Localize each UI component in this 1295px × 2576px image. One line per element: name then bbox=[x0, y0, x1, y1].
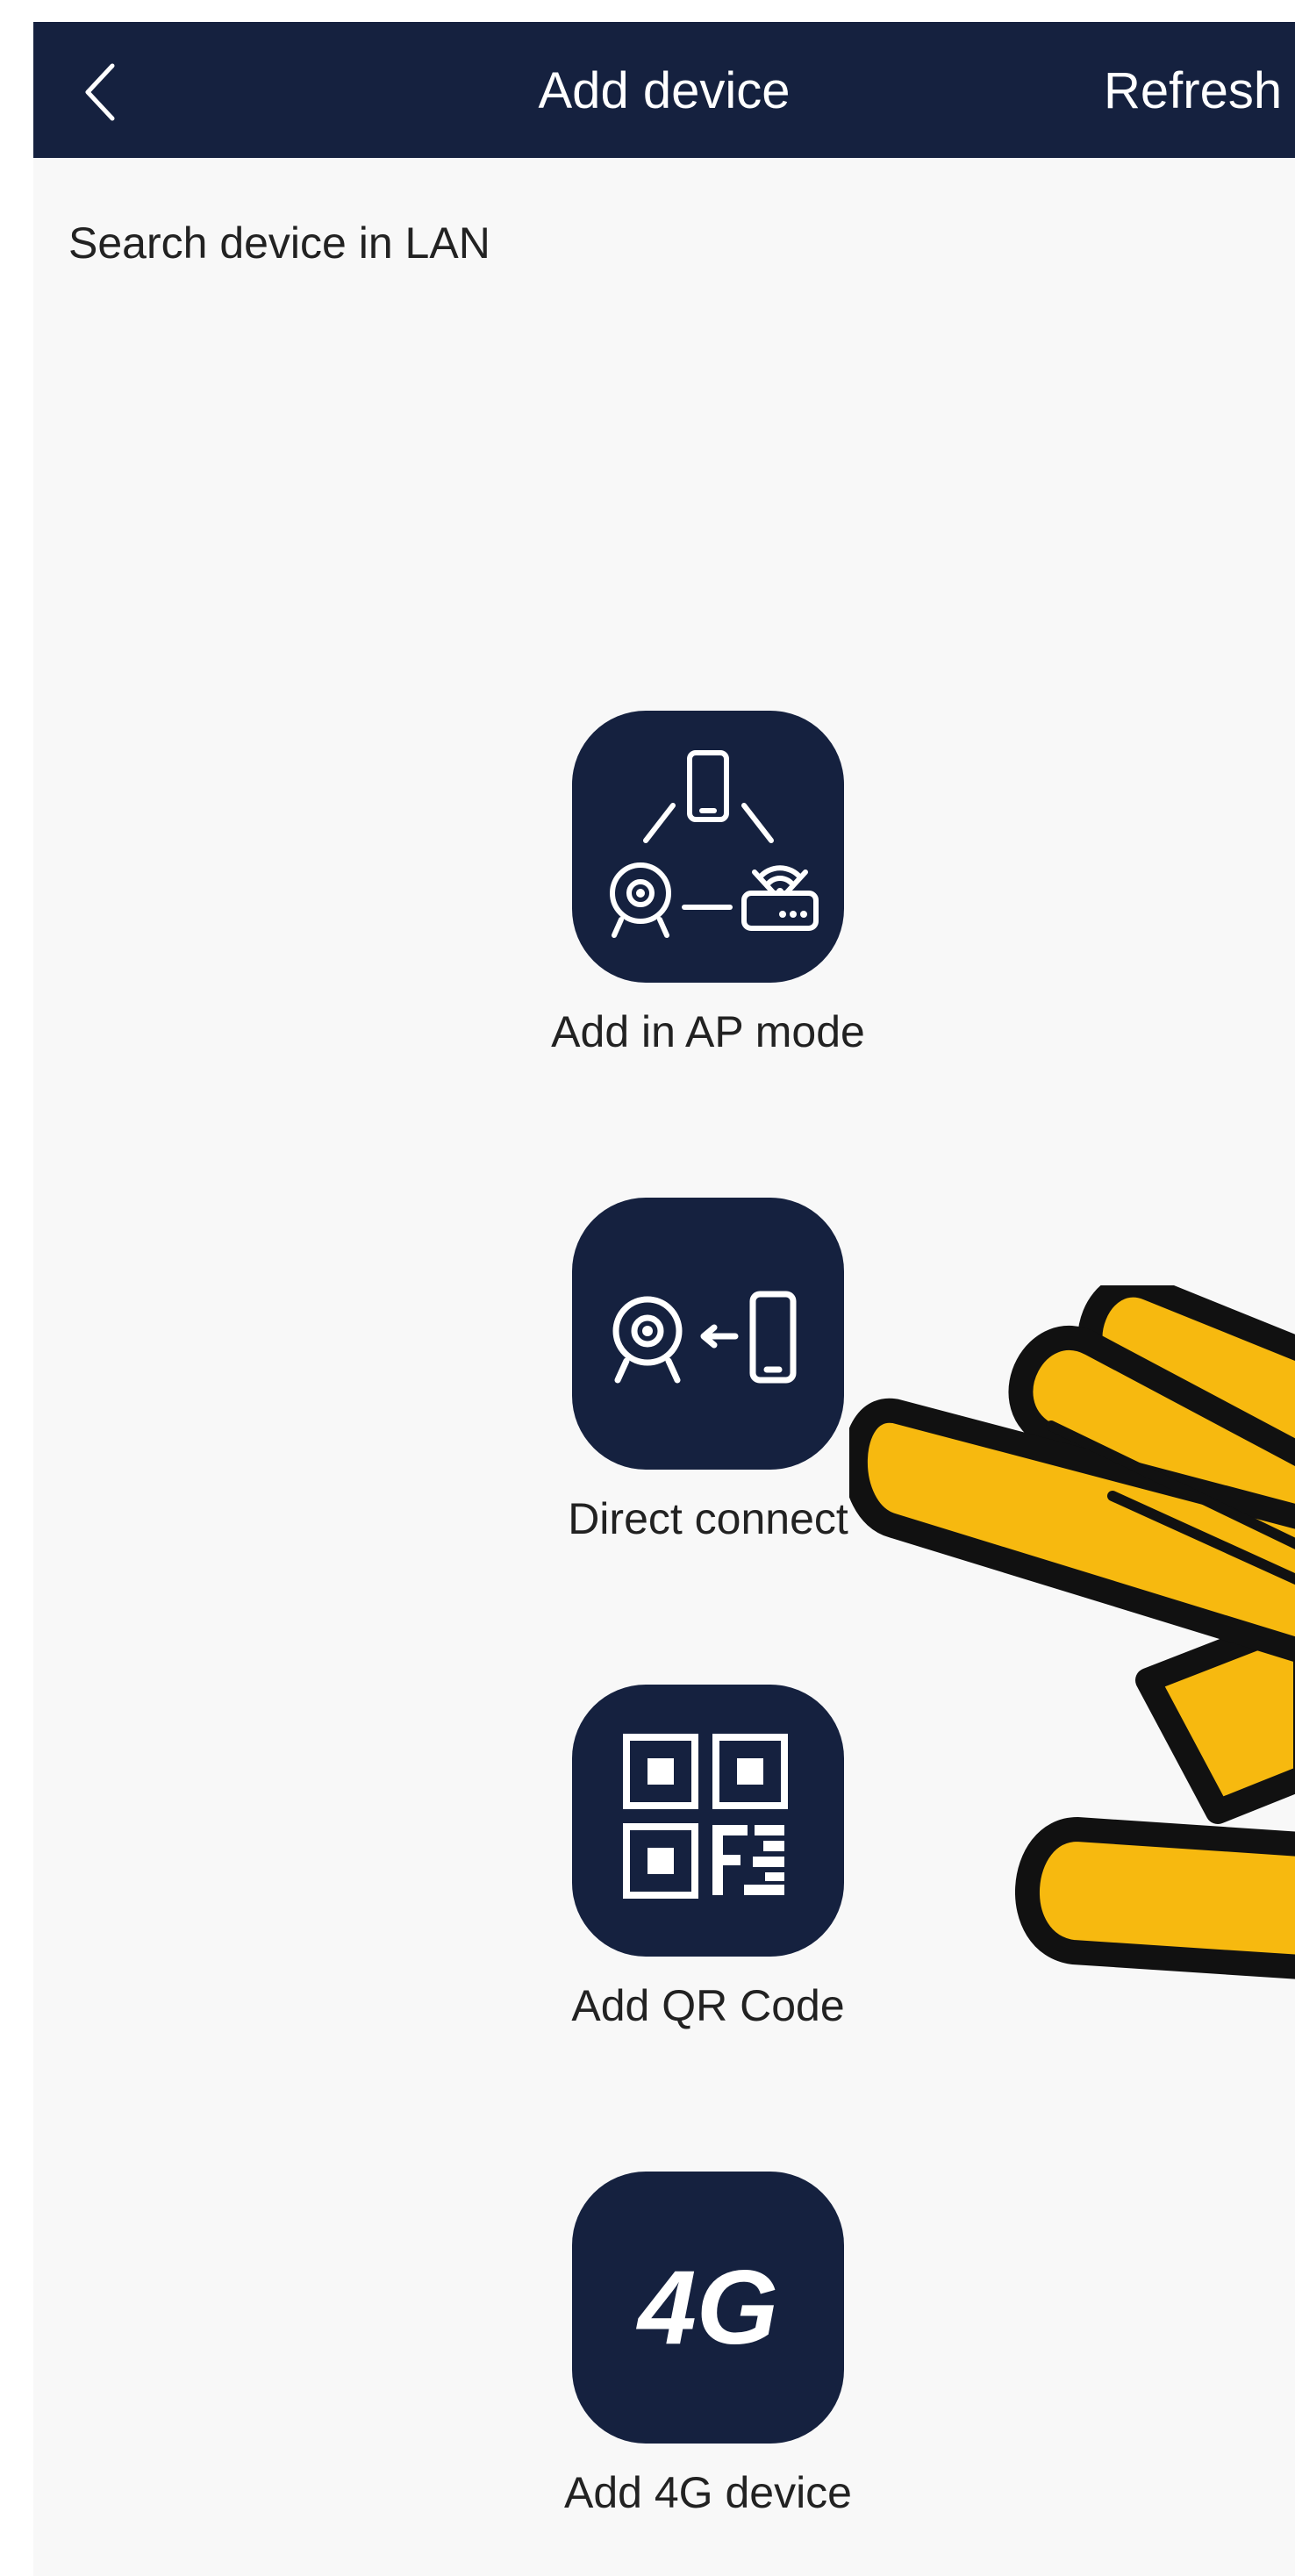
4g-tile[interactable]: 4G bbox=[572, 2172, 844, 2444]
top-bar: Add device Refresh bbox=[33, 22, 1295, 158]
4g-device-label: Add 4G device bbox=[564, 2468, 852, 2517]
phone-camera-router-icon bbox=[610, 750, 819, 938]
section-label: Search device in LAN bbox=[68, 218, 490, 268]
qr-code-icon bbox=[623, 1734, 788, 1899]
add-device-screen: Add device Refresh Search device in LAN bbox=[33, 22, 1295, 2576]
ap-mode-tile[interactable] bbox=[572, 711, 844, 983]
4g-icon: 4G bbox=[636, 2249, 778, 2366]
camera-phone-connect-icon bbox=[612, 1291, 797, 1384]
add-ap-mode-option[interactable]: Add in AP mode bbox=[470, 711, 946, 1058]
qr-code-tile[interactable] bbox=[572, 1685, 844, 1957]
add-4g-device-option[interactable]: 4G Add 4G device bbox=[470, 2172, 946, 2519]
direct-connect-tile[interactable] bbox=[572, 1198, 844, 1470]
ap-mode-label: Add in AP mode bbox=[551, 1007, 865, 1056]
pointing-hand-icon bbox=[849, 1285, 1295, 1979]
refresh-button[interactable]: Refresh bbox=[1104, 61, 1295, 122]
4g-icon-text: 4G bbox=[636, 2249, 778, 2366]
